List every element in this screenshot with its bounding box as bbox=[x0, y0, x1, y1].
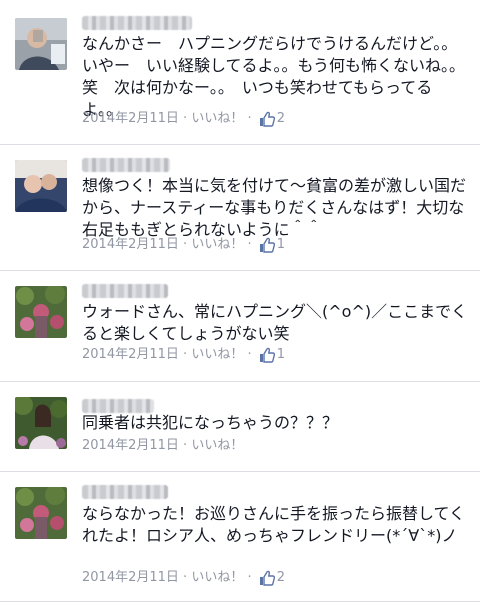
avatar[interactable] bbox=[15, 487, 67, 539]
comment-meta: 2014年2月11日 · いいね！ · 1 bbox=[82, 237, 286, 253]
commenter-name[interactable] bbox=[82, 158, 170, 172]
like-count[interactable]: 2 bbox=[277, 111, 285, 126]
thumbs-up-icon bbox=[259, 111, 275, 127]
like-count[interactable]: 1 bbox=[277, 237, 285, 252]
divider bbox=[0, 601, 480, 602]
avatar[interactable] bbox=[15, 286, 67, 338]
commenter-name[interactable] bbox=[82, 16, 192, 30]
commenter-name[interactable] bbox=[82, 399, 154, 413]
avatar[interactable] bbox=[15, 160, 67, 212]
user-photo-icon bbox=[15, 18, 67, 70]
comment-text: 想像つく！本当に気を付けて〜貧富の差が激しい国だから、ナースティーな事もりだくさ… bbox=[82, 176, 467, 239]
avatar[interactable] bbox=[15, 397, 67, 449]
comment-date[interactable]: 2014年2月11日 bbox=[82, 438, 179, 453]
like-link[interactable]: いいね！ bbox=[191, 111, 243, 126]
comment-date[interactable]: 2014年2月11日 bbox=[82, 237, 179, 252]
like-link[interactable]: いいね！ bbox=[191, 438, 243, 453]
comment-text: ならなかった！お巡りさんに手を振ったら振替してくれたよ！ロシア人、めっちゃフレン… bbox=[82, 504, 466, 545]
divider bbox=[0, 270, 480, 271]
thumbs-up-icon bbox=[259, 347, 275, 363]
comment-date[interactable]: 2014年2月11日 bbox=[82, 111, 179, 126]
comment-meta: 2014年2月11日 · いいね！ · 2 bbox=[82, 111, 286, 127]
like-count[interactable]: 1 bbox=[277, 347, 285, 362]
comment-meta: 2014年2月11日 · いいね！ · 2 bbox=[82, 570, 286, 586]
comment-text: ウォードさん、常にハプニング＼(^o^)／ここまでくると楽しくてしょうがない笑 bbox=[82, 302, 468, 343]
comment-text: 同乗者は共犯になっちゃうの？？？ bbox=[82, 413, 339, 432]
divider bbox=[0, 144, 480, 145]
like-link[interactable]: いいね！ bbox=[191, 347, 243, 362]
user-photo-icon bbox=[15, 286, 67, 338]
comment-meta: 2014年2月11日 · いいね！ · 1 bbox=[82, 347, 286, 363]
comment-date[interactable]: 2014年2月11日 bbox=[82, 347, 179, 362]
comment-date[interactable]: 2014年2月11日 bbox=[82, 570, 179, 585]
comment-text: なんかさー ハプニングだらけでうけるんだけど。。いやー いい経験してるよ。。もう… bbox=[82, 34, 466, 119]
comment-meta: 2014年2月11日 · いいね！ bbox=[82, 438, 244, 453]
like-link[interactable]: いいね！ bbox=[191, 570, 243, 585]
divider bbox=[0, 471, 480, 472]
like-count[interactable]: 2 bbox=[277, 570, 285, 585]
like-link[interactable]: いいね！ bbox=[191, 237, 243, 252]
commenter-name[interactable] bbox=[82, 284, 168, 298]
user-photo-icon bbox=[15, 160, 67, 212]
divider bbox=[0, 381, 480, 382]
commenter-name[interactable] bbox=[82, 485, 168, 499]
avatar[interactable] bbox=[15, 18, 67, 70]
thumbs-up-icon bbox=[259, 237, 275, 253]
user-photo-icon bbox=[15, 487, 67, 539]
thumbs-up-icon bbox=[259, 570, 275, 586]
user-photo-icon bbox=[15, 397, 67, 449]
